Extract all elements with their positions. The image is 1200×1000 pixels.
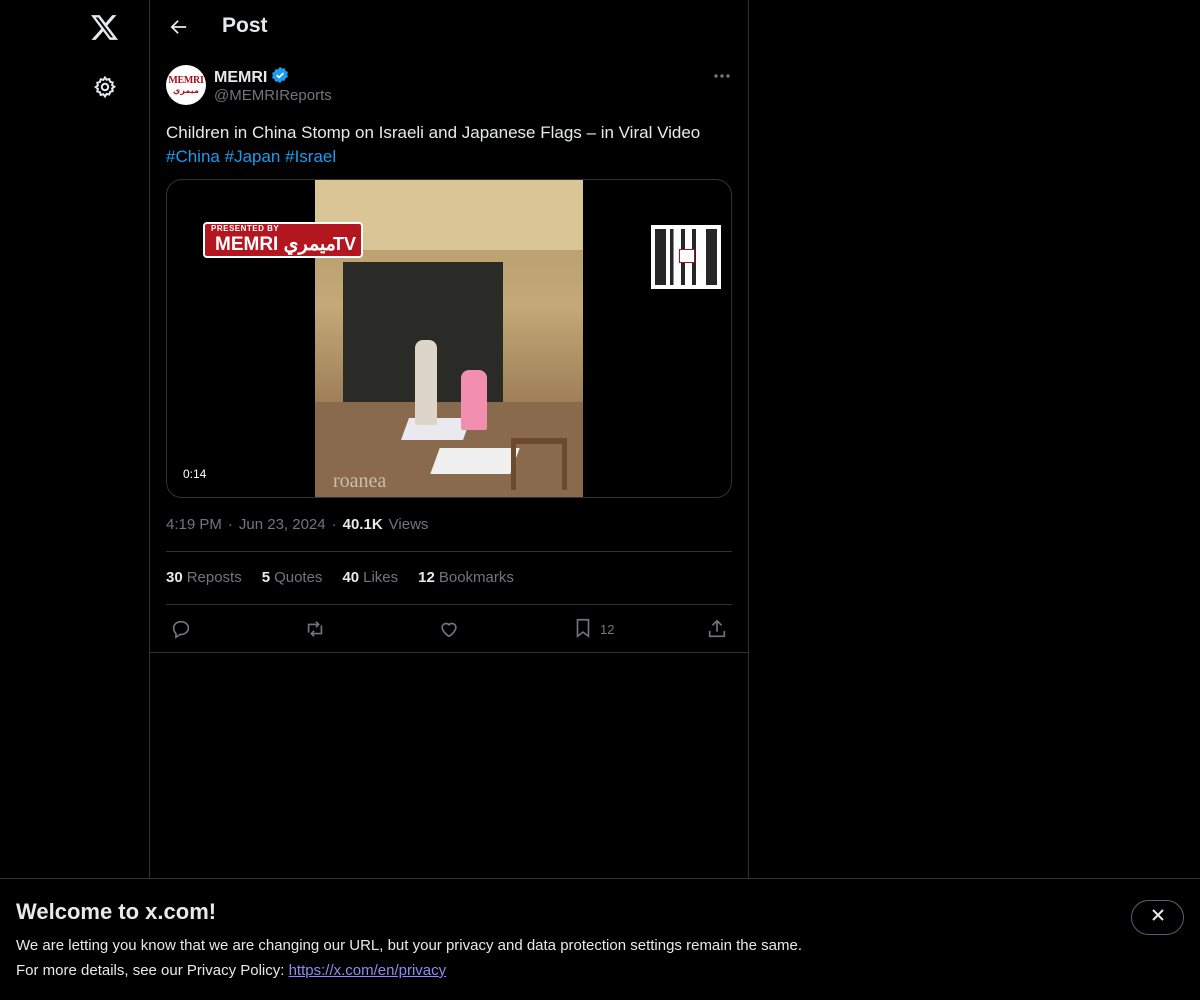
badge-suffix-text: TV (333, 234, 357, 254)
close-icon (1151, 908, 1165, 927)
views-count: 40.1K (342, 516, 383, 533)
reposts-label: Reposts (186, 569, 242, 586)
video-player[interactable]: roanea PRESENTED BY MEMRI ميمري TV 0:14 (166, 179, 732, 498)
avatar[interactable]: MEMRI ميمري (166, 65, 206, 105)
likes-label: Likes (363, 569, 399, 586)
main-column: Post MEMRI ميمري MEMRI @MEMRIReports Chi… (150, 0, 749, 1000)
author-name[interactable]: MEMRI (214, 66, 289, 89)
views-label: Views (388, 516, 429, 533)
reposts-stat[interactable]: 30 Reposts (166, 569, 242, 586)
x-logo-icon[interactable] (80, 3, 130, 53)
banner-message: We are letting you know that we are chan… (16, 937, 802, 954)
post-time[interactable]: 4:19 PM (166, 516, 222, 533)
hashtag-japan[interactable]: #Japan (225, 147, 281, 166)
divider (166, 604, 732, 605)
stool (511, 438, 567, 490)
close-banner-button[interactable] (1131, 900, 1184, 935)
engagement-stats: 30 Reposts 5 Quotes 40 Likes 12 Bookmarks (166, 569, 514, 586)
likes-stat[interactable]: 40 Likes (342, 569, 398, 586)
left-rail (0, 0, 150, 1000)
bookmarks-stat[interactable]: 12 Bookmarks (418, 569, 514, 586)
page-title: Post (222, 14, 268, 37)
hashtag-israel[interactable]: #Israel (285, 147, 336, 166)
flag-shape (430, 448, 520, 474)
bookmark-button[interactable]: 12 (572, 612, 614, 646)
hashtag-row: #China #Japan #Israel (166, 145, 336, 169)
bookmarks-label: Bookmarks (438, 569, 514, 586)
banner-privacy-prefix: For more details, see our Privacy Policy… (16, 962, 289, 979)
video-watermark: roanea (333, 470, 387, 492)
qr-logo (679, 249, 695, 263)
privacy-policy-link[interactable]: https://x.com/en/privacy (289, 962, 447, 979)
tweet-text: Children in China Stomp on Israeli and J… (166, 123, 701, 142)
hashtag-china[interactable]: #China (166, 147, 220, 166)
post-date[interactable]: Jun 23, 2024 (239, 516, 326, 533)
bookmark-icon (572, 617, 594, 642)
bookmark-count: 12 (600, 621, 615, 637)
author-name-text: MEMRI (214, 68, 268, 86)
share-icon[interactable] (706, 612, 728, 646)
quotes-stat[interactable]: 5 Quotes (262, 569, 323, 586)
back-arrow-icon[interactable] (162, 10, 196, 44)
likes-count: 40 (342, 569, 360, 586)
divider (150, 652, 749, 653)
badge-presented-text: PRESENTED BY (211, 224, 280, 233)
repost-icon[interactable] (304, 612, 326, 646)
child-figure (461, 370, 487, 430)
meta-separator: · (227, 516, 233, 533)
verified-badge-icon (271, 66, 289, 89)
banner-title: Welcome to x.com! (16, 899, 217, 924)
divider (166, 551, 732, 552)
qr-code (651, 225, 721, 289)
banner-privacy-line: For more details, see our Privacy Policy… (16, 962, 446, 979)
post-header: Post (150, 0, 748, 54)
bookmarks-count: 12 (418, 569, 435, 586)
child-figure (415, 340, 437, 425)
reposts-count: 30 (166, 569, 183, 586)
more-dots-icon[interactable] (708, 64, 736, 88)
author-handle[interactable]: @MEMRIReports (214, 87, 332, 104)
post-meta: 4:19 PM · Jun 23, 2024 · 40.1K Views (166, 516, 428, 533)
avatar-logo-arabic: ميمري (173, 85, 199, 95)
quotes-label: Quotes (274, 569, 323, 586)
welcome-banner: Welcome to x.com! We are letting you kno… (0, 878, 1200, 1000)
avatar-logo-text: MEMRI (168, 74, 204, 86)
settings-gear-icon[interactable] (80, 62, 130, 112)
badge-logo-text: MEMRI ميمري (215, 234, 336, 255)
meta-separator: · (331, 516, 337, 533)
video-duration: 0:14 (177, 465, 213, 483)
action-bar: 12 (166, 612, 732, 646)
quotes-count: 5 (261, 569, 271, 586)
reply-icon[interactable] (170, 612, 192, 646)
like-icon[interactable] (438, 612, 460, 646)
